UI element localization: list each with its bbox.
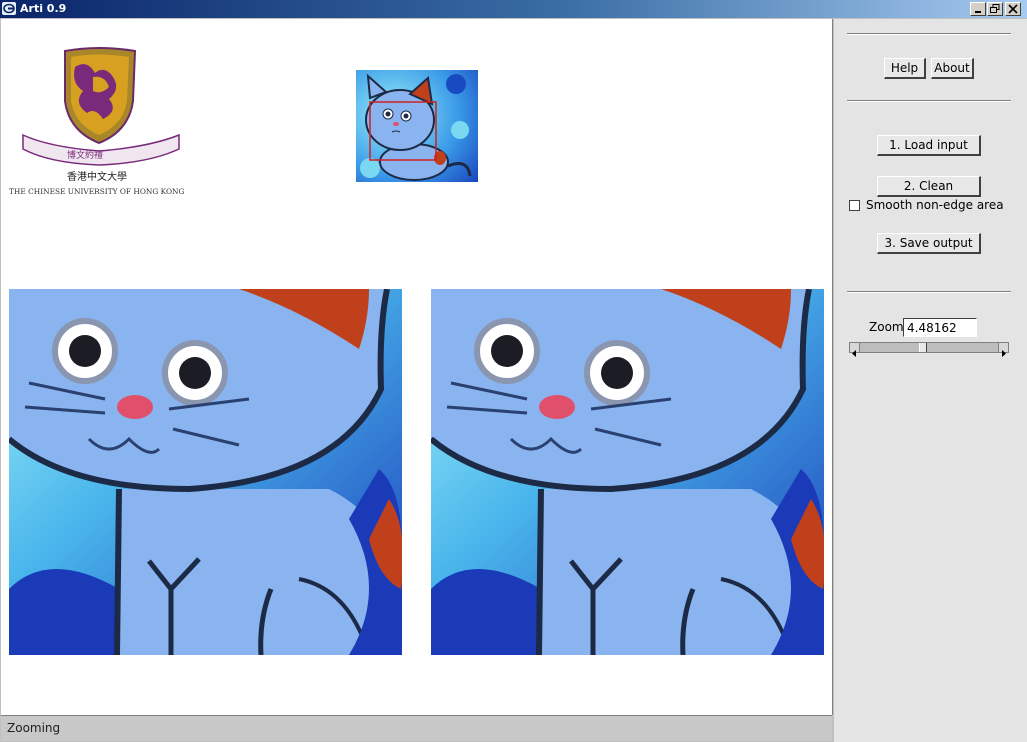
slider-left-arrow-icon[interactable] xyxy=(850,343,860,357)
university-logo: 博文約禮 香港中文大學 THE CHINESE UNIVERSITY OF HO… xyxy=(9,47,184,196)
slider-right-arrow-icon[interactable] xyxy=(998,343,1008,357)
zoom-input[interactable] xyxy=(903,318,977,337)
control-panel: Help About 1. Load input 2. Clean Smooth… xyxy=(834,19,1027,742)
divider xyxy=(847,33,1011,35)
zoom-label: Zoom xyxy=(869,320,904,334)
input-zoom-view[interactable] xyxy=(9,289,402,655)
status-bar: Zooming xyxy=(1,715,832,741)
load-input-button[interactable]: 1. Load input xyxy=(877,135,981,156)
save-output-button[interactable]: 3. Save output xyxy=(877,233,981,254)
divider xyxy=(847,291,1011,293)
smooth-label: Smooth non-edge area xyxy=(866,198,1004,212)
logo-caption: THE CHINESE UNIVERSITY OF HONG KONG xyxy=(9,187,184,196)
about-button[interactable]: About xyxy=(931,58,974,79)
app-icon[interactable] xyxy=(2,2,16,15)
output-zoom-view[interactable] xyxy=(431,289,824,655)
status-text: Zooming xyxy=(7,721,61,735)
smooth-checkbox[interactable] xyxy=(849,200,860,211)
maximize-button[interactable] xyxy=(987,2,1003,16)
close-button[interactable] xyxy=(1005,2,1021,16)
slider-thumb[interactable] xyxy=(918,343,927,352)
help-button[interactable]: Help xyxy=(884,58,926,79)
logo-chinese-name: 香港中文大學 xyxy=(67,170,127,183)
clean-button[interactable]: 2. Clean xyxy=(877,176,981,197)
window-title: Arti 0.9 xyxy=(20,2,67,15)
input-thumbnail[interactable] xyxy=(356,70,478,182)
zoom-slider[interactable] xyxy=(849,342,1009,357)
motto-text: 博文約禮 xyxy=(67,149,103,161)
minimize-button[interactable] xyxy=(970,2,986,16)
image-canvas: 博文約禮 香港中文大學 THE CHINESE UNIVERSITY OF HO… xyxy=(1,19,833,715)
title-bar: Arti 0.9 xyxy=(0,0,1027,18)
divider xyxy=(847,100,1011,102)
